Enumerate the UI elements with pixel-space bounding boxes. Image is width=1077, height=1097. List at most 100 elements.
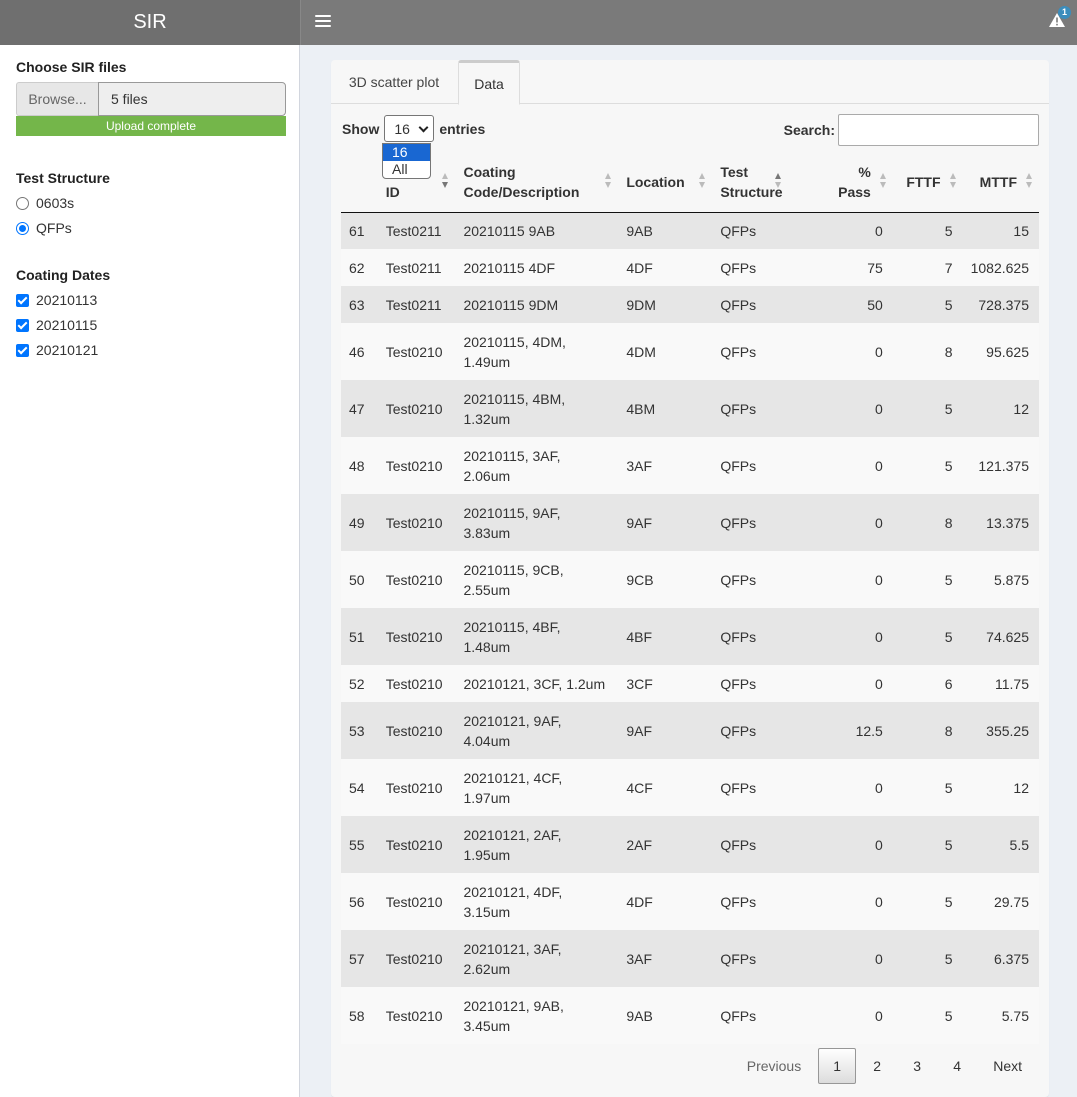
column-header-label: % Pass [838,163,871,200]
row-number-cell: 58 [349,1007,365,1024]
mttf-cell: 12 [1013,779,1029,796]
radio-button[interactable] [16,221,29,235]
row-number-cell: 54 [349,779,365,796]
coating-cell: 20210121, 4DF, 3.15um [463,883,563,920]
pass-cell: 0 [875,1007,883,1024]
column-header-coating[interactable]: Coating Code/Description [455,152,619,213]
id-cell: Test0210 [385,628,443,645]
table-row[interactable]: 62 Test0211 20210115 4DF 4DF QFPs 75 7 1082.625 [341,249,1039,286]
checkbox-date-3[interactable]: 20210121 [16,342,98,358]
fttf-cell: 5 [944,628,953,645]
structure-cell: QFPs [720,571,757,588]
table-row[interactable]: 53 Test0210 20210121, 9AF, 4.04um 9AF QFPs 12… [341,702,1039,759]
table-row[interactable]: 57 Test0210 20210121, 3AF, 2.62um 3AF QFPs 0 5… [341,930,1039,987]
location-cell: 4BF [626,628,653,645]
table-row[interactable]: 48 Test0210 20210115, 3AF, 2.06um 3AF QFPs 0 5… [341,437,1039,494]
location-cell: 4CF [626,779,653,796]
column-header-location[interactable]: Location [618,152,713,213]
column-header-test-structure[interactable]: Test Structure [712,152,812,213]
coating-cell: 20210115 4DF [463,259,556,276]
column-header-fttf[interactable]: FTTF [892,152,963,213]
radio-qfps[interactable]: QFPs [16,220,72,236]
table-row[interactable]: 56 Test0210 20210121, 4DF, 3.15um 4DF QFPs 0 5… [341,873,1039,930]
mttf-cell: 12 [1013,400,1029,417]
table-row[interactable]: 50 Test0210 20210115, 9CB, 2.55um 9CB QFPs 0 5… [341,551,1039,608]
pass-cell: 75 [867,259,883,276]
browse-button[interactable]: Browse... [16,82,98,116]
checkbox[interactable] [16,343,29,357]
table-row[interactable]: 55 Test0210 20210121, 2AF, 1.95um 2AF QFPs 0 5… [341,816,1039,873]
pass-cell: 0 [875,457,883,474]
fttf-cell: 5 [944,950,953,967]
radio-0603s[interactable]: 0603s [16,195,74,211]
coating-cell: 20210115, 4BF, 1.48um [463,618,561,655]
radio-label: QFPs [36,220,72,236]
table-row[interactable]: 58 Test0210 20210121, 9AB, 3.45um 9AB QFPs 0 5… [341,987,1039,1044]
sort-asc-icon [774,173,782,191]
checkbox[interactable] [16,293,29,307]
pass-cell: 0 [875,400,883,417]
id-cell: Test0210 [385,400,443,417]
coating-cell: 20210121, 4CF, 1.97um [463,769,563,806]
pagination-page-2[interactable]: 2 [858,1048,896,1084]
entries-select[interactable]: 16 [384,115,435,142]
tab-data[interactable]: Data [458,60,520,105]
coating-cell: 20210121, 9AF, 4.04um [463,712,562,749]
entries-label: entries [439,120,486,137]
file-name-field[interactable]: 5 files [98,82,286,116]
structure-cell: QFPs [720,514,757,531]
checkbox-date-1[interactable]: 20210113 [16,292,97,308]
row-number-cell: 53 [349,722,365,739]
mttf-cell: 728.375 [978,296,1029,313]
table-row[interactable]: 61 Test0211 20210115 9AB 9AB QFPs 0 5 15 [341,212,1039,249]
radio-label: 0603s [36,195,75,211]
structure-cell: QFPs [720,259,757,276]
dropdown-option-all[interactable]: All [383,161,430,178]
fttf-cell: 5 [944,457,953,474]
pagination: Previous 1 2 3 4 Next [730,1048,1037,1084]
checkbox[interactable] [16,318,29,332]
fttf-cell: 5 [944,571,953,588]
tab-3d-scatter-plot[interactable]: 3D scatter plot [331,60,457,104]
table-row[interactable]: 51 Test0210 20210115, 4BF, 1.48um 4BF QFPs 0 5… [341,608,1039,665]
id-cell: Test0210 [385,571,443,588]
row-number-cell: 49 [349,514,365,531]
sidebar-toggle-icon[interactable] [315,12,331,32]
table-row[interactable]: 49 Test0210 20210115, 9AF, 3.83um 9AF QFPs 0 8… [341,494,1039,551]
table-row[interactable]: 54 Test0210 20210121, 4CF, 1.97um 4CF QFPs 0 5… [341,759,1039,816]
fttf-cell: 8 [944,514,953,531]
table-row[interactable]: 63 Test0211 20210115 9DM 9DM QFPs 50 5 728.375 [341,286,1039,323]
mttf-cell: 355.25 [986,722,1029,739]
table-row[interactable]: 52 Test0210 20210121, 3CF, 1.2um 3CF QFPs 0 6 1… [341,665,1039,702]
radio-button[interactable] [16,196,29,210]
notifications-button[interactable]: 1 [1043,6,1071,34]
location-cell: 4BM [626,400,656,417]
table-row[interactable]: 46 Test0210 20210115, 4DM, 1.49um 4DM QFPs 0 8… [341,323,1039,380]
checkbox-date-2[interactable]: 20210115 [16,317,97,333]
row-number-cell: 61 [349,222,365,239]
fttf-cell: 5 [944,400,953,417]
table-search: Search: [784,114,1039,146]
dropdown-option-16[interactable]: 16 [383,144,430,161]
fttf-cell: 5 [944,1007,953,1024]
pagination-page-3[interactable]: 3 [898,1048,936,1084]
id-cell: Test0211 [385,296,442,313]
pagination-previous[interactable]: Previous [732,1048,816,1084]
id-cell: Test0210 [385,457,443,474]
table-row[interactable]: 47 Test0210 20210115, 4BM, 1.32um 4BM QFPs 0 5… [341,380,1039,437]
main-panel: 3D scatter plot Data Show 16 entries 16 … [331,60,1049,1097]
structure-cell: QFPs [720,1007,757,1024]
pagination-next[interactable]: Next [978,1048,1037,1084]
search-input[interactable] [838,114,1039,146]
coating-cell: 20210115, 4DM, 1.49um [463,333,566,370]
column-header-mttf[interactable]: MTTF [962,152,1039,213]
app-title: SIR [0,0,300,45]
pagination-page-1[interactable]: 1 [818,1048,857,1084]
mttf-cell: 29.75 [993,893,1029,910]
column-header-pass[interactable]: % Pass [811,152,893,213]
structure-cell: QFPs [720,457,757,474]
id-cell: Test0210 [385,893,443,910]
pagination-page-4[interactable]: 4 [938,1048,976,1084]
row-number-cell: 63 [349,296,365,313]
column-header-rownum[interactable] [341,152,378,213]
